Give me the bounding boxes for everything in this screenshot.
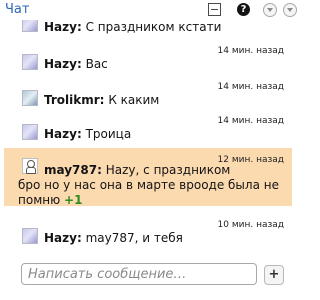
message-time: 14 мин. назад <box>217 46 284 56</box>
window-icon[interactable] <box>208 3 221 16</box>
message-time: 14 мин. назад <box>217 82 284 92</box>
message-text: Hazy: С праздником кстати <box>44 20 222 34</box>
message: 14 мин. назад Hazy: Вас <box>4 44 292 72</box>
message: Hazy: С праздником кстати <box>4 20 292 36</box>
avatar[interactable] <box>22 90 38 106</box>
menu-down-icon[interactable] <box>283 3 297 17</box>
message-author[interactable]: Hazy <box>44 231 77 245</box>
message-text: Trolikmr: К каким <box>44 93 160 107</box>
message-author[interactable]: may787 <box>44 163 97 177</box>
message-text-continued: бро но у нас она в марте врооде была не … <box>18 178 279 207</box>
message-author[interactable]: Hazy <box>44 20 77 34</box>
message-list[interactable]: Hazy: С праздником кстати 14 мин. назад … <box>0 20 300 260</box>
message-input[interactable] <box>21 263 257 285</box>
avatar[interactable] <box>22 124 38 140</box>
message-time: 10 мин. назад <box>217 220 284 230</box>
avatar[interactable] <box>22 54 38 70</box>
chat-widget: Чат ? Hazy: С праздником кстати 14 мин. … <box>0 0 300 300</box>
message-author[interactable]: Trolikmr <box>44 93 100 107</box>
message-text: may787: Hazy, с праздником <box>44 163 231 177</box>
message: 14 мин. назад Hazy: Троица <box>4 114 292 142</box>
reaction-count[interactable]: +1 <box>64 193 82 207</box>
message-text: Hazy: may787, и тебя <box>44 231 183 245</box>
add-button[interactable]: + <box>264 265 284 285</box>
chat-header: Чат ? <box>0 0 300 20</box>
gingerbread-avatar-icon[interactable] <box>22 158 38 174</box>
message-text: Hazy: Вас <box>44 57 108 71</box>
chat-title: Чат <box>5 2 30 17</box>
help-icon[interactable]: ? <box>237 3 250 16</box>
avatar[interactable] <box>22 20 38 32</box>
message-text: Hazy: Троица <box>44 127 132 141</box>
message-time: 14 мин. назад <box>217 116 284 126</box>
message: 14 мин. назад Trolikmr: К каким <box>4 80 292 108</box>
avatar[interactable] <box>22 228 38 244</box>
menu-down-icon[interactable] <box>263 3 277 17</box>
message: 10 мин. назад Hazy: may787, и тебя <box>4 218 292 246</box>
message-author[interactable]: Hazy <box>44 127 77 141</box>
message-highlighted: 12 мин. назад may787: Hazy, с праздником… <box>4 148 292 207</box>
composer: + <box>0 258 300 300</box>
message-author[interactable]: Hazy <box>44 57 77 71</box>
